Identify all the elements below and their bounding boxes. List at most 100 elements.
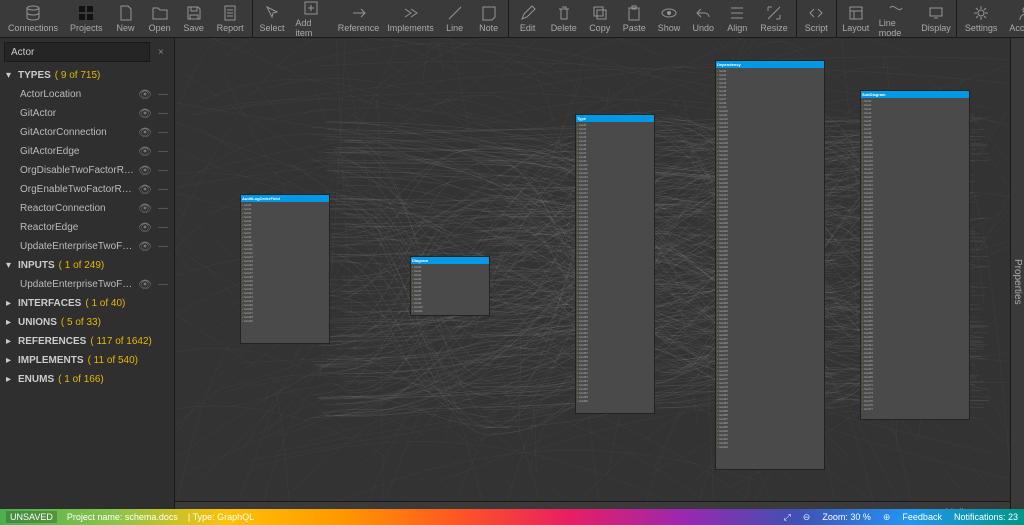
- open-button[interactable]: Open: [143, 0, 177, 37]
- report-button[interactable]: Report: [211, 0, 250, 37]
- implements-button[interactable]: Implements: [383, 0, 437, 37]
- remove-icon[interactable]: —: [158, 241, 168, 252]
- new-button[interactable]: New: [109, 0, 143, 37]
- display-icon: [928, 5, 944, 21]
- account-button[interactable]: Account: [1003, 0, 1024, 37]
- align-icon: [729, 5, 745, 21]
- diagram-node[interactable]: Type•field0•field1•field2•field3•field4•…: [575, 114, 655, 414]
- zoom-out-icon[interactable]: ⊖: [803, 512, 811, 523]
- linemode-button[interactable]: Line mode: [873, 0, 919, 37]
- diagram-node[interactable]: Dependency•field0•field1•field2•field3•f…: [715, 60, 825, 470]
- status-zoom: Zoom: 30 %: [822, 512, 871, 522]
- remove-icon[interactable]: —: [158, 165, 168, 176]
- toolbar-label: Connections: [8, 23, 58, 33]
- toolbar-label: Projects: [70, 23, 103, 33]
- zoom-in-icon[interactable]: ⊕: [883, 512, 891, 523]
- align-button[interactable]: Align: [720, 0, 754, 37]
- doc-icon: [222, 5, 238, 21]
- undo-button[interactable]: Undo: [686, 0, 720, 37]
- tree-item[interactable]: ReactorEdge👁—: [0, 218, 174, 237]
- display-button[interactable]: Display: [918, 0, 954, 37]
- status-type: | Type: GraphQL: [188, 512, 254, 522]
- diagram-node[interactable]: AuditLogOrderField•field0•field1•field2•…: [240, 194, 330, 344]
- show-button[interactable]: Show: [652, 0, 687, 37]
- section-references[interactable]: ▸REFERENCES( 117 of 1642): [0, 332, 174, 351]
- save-button[interactable]: Save: [177, 0, 211, 37]
- search-input[interactable]: [4, 42, 150, 62]
- tree-item[interactable]: ReactorConnection👁—: [0, 199, 174, 218]
- ref-icon: [351, 5, 367, 21]
- script-button[interactable]: Script: [799, 0, 834, 37]
- tree-item[interactable]: GitActorEdge👁—: [0, 142, 174, 161]
- additem-button[interactable]: Add item: [289, 0, 333, 37]
- paste-button[interactable]: Paste: [617, 0, 652, 37]
- toolbar-label: Open: [149, 23, 171, 33]
- eye-icon[interactable]: 👁: [138, 107, 152, 120]
- eye-icon[interactable]: 👁: [138, 202, 152, 215]
- remove-icon[interactable]: —: [158, 203, 168, 214]
- gear-icon: [973, 5, 989, 21]
- eye-icon[interactable]: 👁: [138, 88, 152, 101]
- properties-panel-toggle[interactable]: Properties: [1010, 38, 1024, 525]
- eye-icon[interactable]: 👁: [138, 126, 152, 139]
- chevron-icon: ▾: [6, 260, 14, 271]
- search-clear-icon[interactable]: ×: [154, 47, 168, 58]
- tree-item[interactable]: GitActor👁—: [0, 104, 174, 123]
- section-types[interactable]: ▾TYPES( 9 of 715): [0, 66, 174, 85]
- note-button[interactable]: Note: [472, 0, 506, 37]
- remove-icon[interactable]: —: [158, 279, 168, 290]
- resize-button[interactable]: Resize: [754, 0, 794, 37]
- section-implements[interactable]: ▸IMPLEMENTS( 11 of 540): [0, 351, 174, 370]
- diagram-canvas[interactable]: AuditLogOrderField•field0•field1•field2•…: [175, 38, 1010, 525]
- chevron-icon: ▾: [6, 70, 14, 81]
- toolbar-label: Show: [658, 23, 681, 33]
- chevron-icon: ▸: [6, 374, 14, 385]
- remove-icon[interactable]: —: [158, 89, 168, 100]
- status-bar: UNSAVED Project name: schema.docs | Type…: [0, 509, 1024, 525]
- section-interfaces[interactable]: ▸INTERFACES( 1 of 40): [0, 294, 174, 313]
- eye-icon[interactable]: 👁: [138, 278, 152, 291]
- remove-icon[interactable]: —: [158, 108, 168, 119]
- eye-icon: [661, 5, 677, 21]
- chevron-icon: ▸: [6, 355, 14, 366]
- copy-button[interactable]: Copy: [583, 0, 617, 37]
- tree-item[interactable]: ActorLocation👁—: [0, 85, 174, 104]
- status-feedback[interactable]: Feedback: [902, 512, 942, 522]
- diagram-node[interactable]: Diagram•field0•field1•field2•field3•fiel…: [410, 256, 490, 316]
- tree-item[interactable]: GitActorConnection👁—: [0, 123, 174, 142]
- toolbar-label: Save: [183, 23, 204, 33]
- edit-button[interactable]: Edit: [511, 0, 545, 37]
- select-button[interactable]: Select: [255, 0, 290, 37]
- main-toolbar: Connections Projects New Open Save ReportSele…: [0, 0, 1024, 38]
- eye-icon[interactable]: 👁: [138, 164, 152, 177]
- diagram-node[interactable]: SubDiagram•field0•field1•field2•field3•f…: [860, 90, 970, 420]
- status-project: Project name: schema.docs: [67, 512, 178, 522]
- tree-item[interactable]: UpdateEnterpriseTwoFactor👁—: [0, 237, 174, 256]
- section-unions[interactable]: ▸UNIONS( 5 of 33): [0, 313, 174, 332]
- remove-icon[interactable]: —: [158, 222, 168, 233]
- delete-button[interactable]: Delete: [545, 0, 583, 37]
- remove-icon[interactable]: —: [158, 127, 168, 138]
- eye-icon[interactable]: 👁: [138, 183, 152, 196]
- remove-icon[interactable]: —: [158, 146, 168, 157]
- tree-item[interactable]: OrgDisableTwoFactorRequir👁—: [0, 161, 174, 180]
- save-icon: [186, 5, 202, 21]
- zoom-to-fit-icon[interactable]: ⤢: [784, 512, 791, 523]
- eye-icon[interactable]: 👁: [138, 221, 152, 234]
- status-notifications[interactable]: Notifications: 23: [954, 512, 1018, 522]
- section-inputs[interactable]: ▾INPUTS( 1 of 249): [0, 256, 174, 275]
- reference-button[interactable]: Reference: [334, 0, 384, 37]
- eye-icon[interactable]: 👁: [138, 240, 152, 253]
- undo-icon: [695, 5, 711, 21]
- section-enums[interactable]: ▸ENUMS( 1 of 166): [0, 370, 174, 389]
- chevron-icon: ▸: [6, 317, 14, 328]
- line-button[interactable]: Line: [438, 0, 472, 37]
- remove-icon[interactable]: —: [158, 184, 168, 195]
- tree-item[interactable]: UpdateEnterpriseTwoFactor👁—: [0, 275, 174, 294]
- tree-item[interactable]: OrgEnableTwoFactorRequire👁—: [0, 180, 174, 199]
- settings-button[interactable]: Settings: [959, 0, 1004, 37]
- layout-button[interactable]: Layout: [839, 0, 873, 37]
- eye-icon[interactable]: 👁: [138, 145, 152, 158]
- connections-button[interactable]: Connections: [2, 0, 64, 37]
- projects-button[interactable]: Projects: [64, 0, 109, 37]
